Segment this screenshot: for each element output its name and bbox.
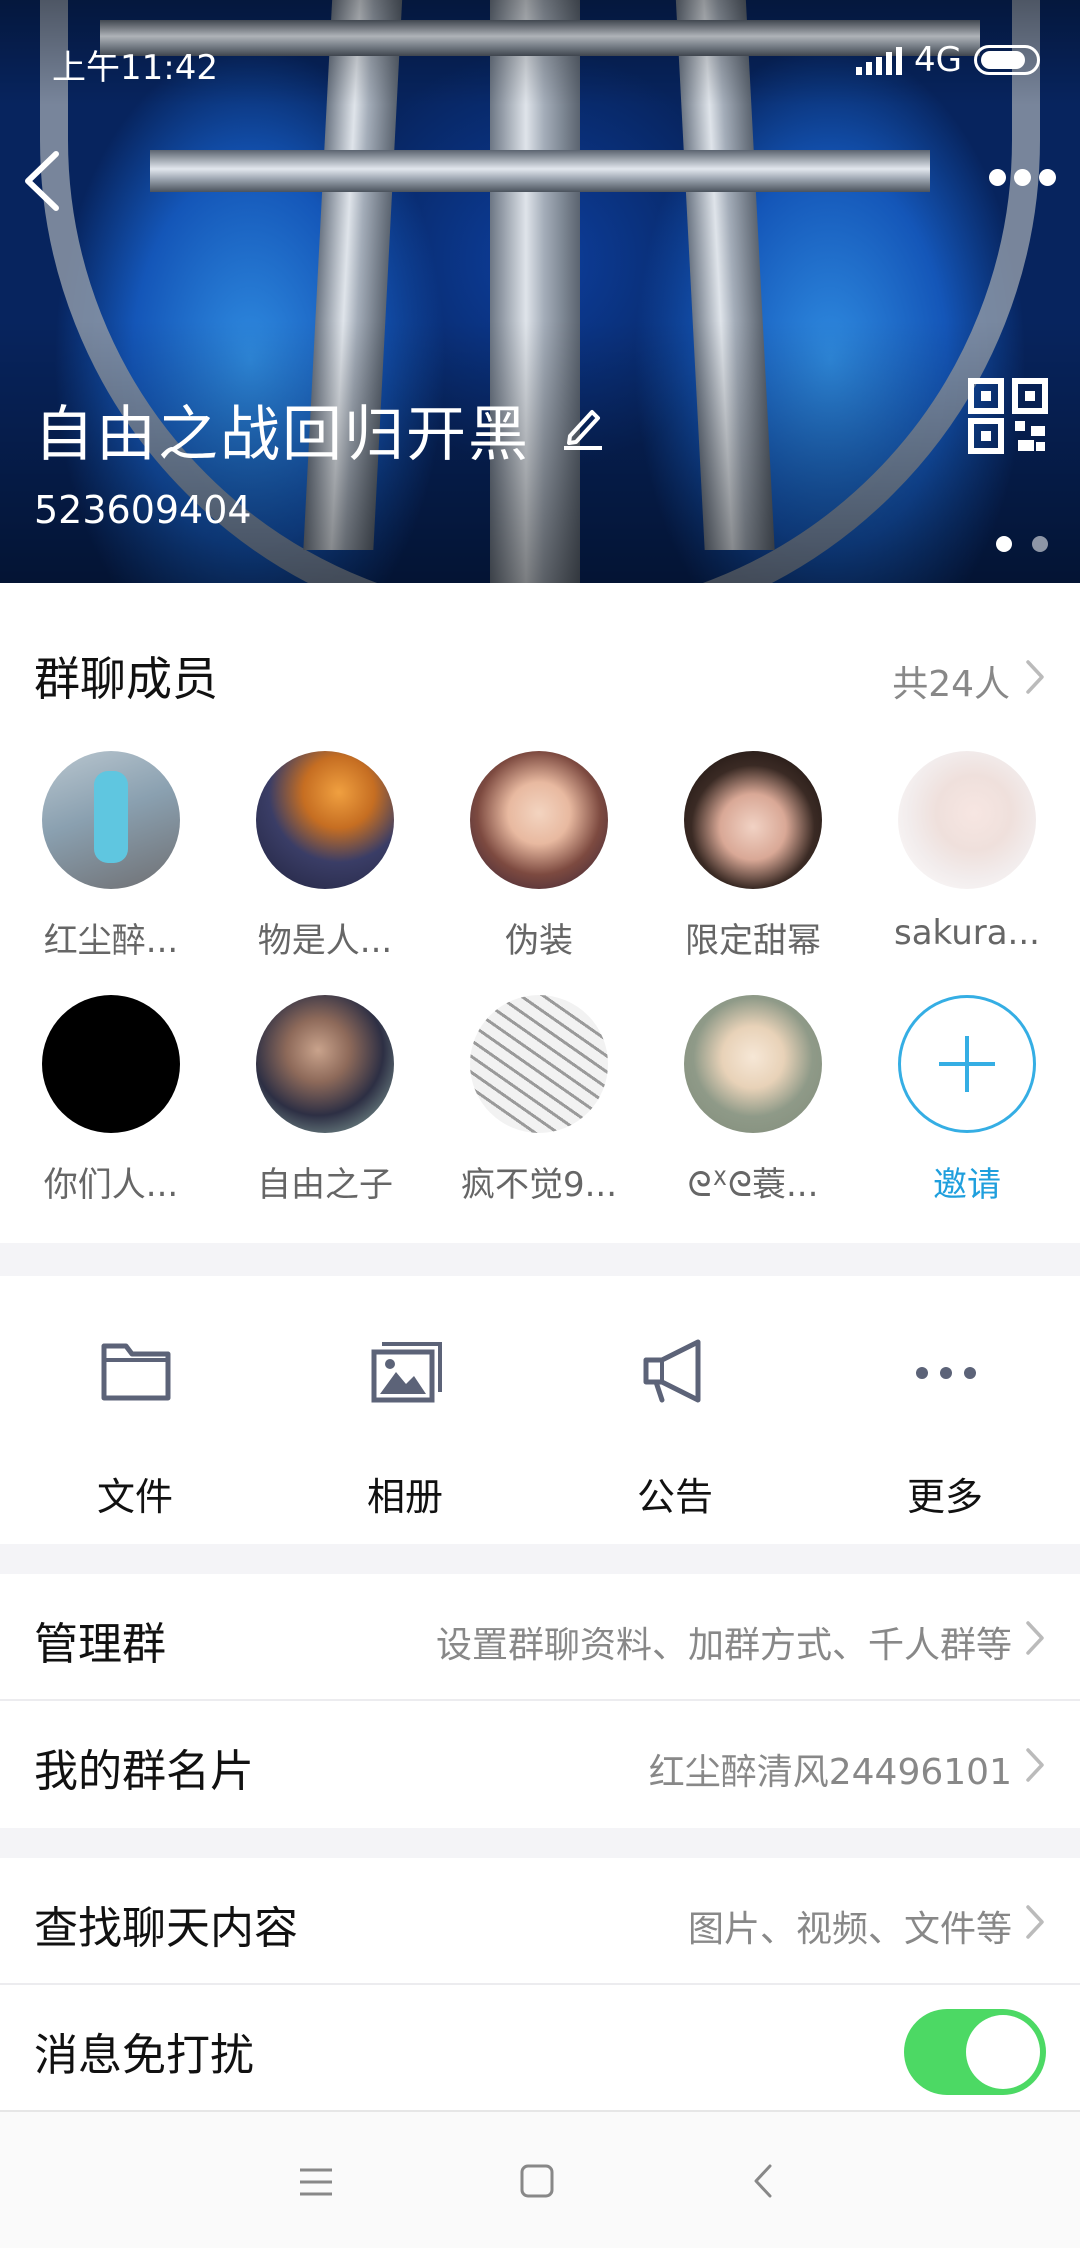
more-horizontal-icon — [988, 168, 1006, 186]
member-name: 物是人... — [257, 921, 393, 961]
back-button[interactable] — [16, 146, 76, 216]
member-name: 自由之子 — [257, 1165, 393, 1205]
network-type: 4G — [914, 40, 962, 80]
member-name: 疯不觉9... — [460, 1165, 618, 1205]
cover-pager — [996, 536, 1048, 552]
member-name: 伪装 — [505, 921, 573, 961]
avatar-figure — [94, 771, 128, 863]
row-label: 消息免打扰 — [34, 2030, 254, 2081]
system-nav-bar — [0, 2110, 1080, 2248]
do-not-disturb-toggle[interactable] — [904, 2009, 1046, 2095]
members-title: 群聊成员 — [34, 652, 218, 706]
folder-icon — [101, 1343, 171, 1401]
row-label: 查找聊天内容 — [34, 1903, 298, 1954]
member-item[interactable]: 伪装 — [459, 751, 619, 962]
member-name: ᘓᕽᘓ蓑... — [687, 1165, 819, 1205]
row-label: 管理群 — [34, 1619, 166, 1670]
invite-member-button[interactable]: 邀请 — [887, 995, 1047, 1206]
photo-album-icon — [371, 1342, 442, 1403]
member-item[interactable]: 红尘醉... — [31, 751, 191, 962]
status-bar: 上午11:42 4G — [52, 40, 1040, 88]
member-item[interactable]: 自由之子 — [245, 995, 405, 1206]
search-chat-row[interactable]: 查找聊天内容 图片、视频、文件等 — [0, 1858, 1080, 1985]
battery-icon — [974, 45, 1040, 75]
do-not-disturb-row: 消息免打扰 — [0, 1985, 1080, 2112]
settings-section-chat: 查找聊天内容 图片、视频、文件等 消息免打扰 — [0, 1858, 1080, 2112]
member-name: 你们人... — [43, 1165, 179, 1205]
member-item[interactable]: 疯不觉9... — [459, 995, 619, 1206]
announcement-button[interactable]: 公告 — [540, 1276, 810, 1544]
avatar — [256, 751, 394, 889]
avatar — [684, 995, 822, 1133]
status-indicators: 4G — [856, 40, 1040, 80]
more-actions-button[interactable]: 更多 — [810, 1276, 1080, 1544]
invite-circle — [898, 995, 1036, 1133]
qr-code-icon[interactable] — [968, 378, 1048, 454]
my-group-card-row[interactable]: 我的群名片 红尘醉清风24496101 — [0, 1701, 1080, 1828]
avatar — [684, 751, 822, 889]
pager-dot — [1032, 536, 1048, 552]
megaphone-icon — [643, 1339, 701, 1403]
home-square-icon[interactable] — [507, 2152, 567, 2212]
avatar — [470, 995, 608, 1133]
chevron-right-icon — [1026, 660, 1044, 694]
invite-label: 邀请 — [933, 1165, 1001, 1205]
avatar — [256, 995, 394, 1133]
avatar — [470, 751, 608, 889]
action-label: 文件 — [96, 1475, 173, 1519]
back-icon[interactable] — [734, 2152, 794, 2212]
member-name: sakura... — [894, 913, 1040, 953]
action-label: 更多 — [906, 1475, 983, 1519]
row-label: 我的群名片 — [34, 1746, 254, 1797]
signal-icon — [856, 45, 903, 75]
action-label: 相册 — [366, 1475, 443, 1519]
members-section: 群聊成员 共24人 红尘醉... 物是人... 伪装 限定甜幂 sakura..… — [0, 583, 1080, 1243]
menu-icon[interactable] — [286, 2152, 346, 2212]
quick-actions: 文件 相册 公告 更多 — [0, 1276, 1080, 1544]
row-value: 设置群聊资料、加群方式、千人群等 — [435, 1625, 1012, 1666]
member-item[interactable]: 你们人... — [31, 995, 191, 1206]
chevron-right-icon — [1026, 1748, 1044, 1782]
member-item[interactable]: 限定甜幂 — [673, 751, 833, 962]
avatar — [42, 995, 180, 1133]
status-time: 上午11:42 — [52, 48, 218, 88]
more-dot — [1013, 168, 1031, 186]
more-horizontal-icon — [916, 1367, 976, 1379]
member-item[interactable]: 物是人... — [245, 751, 405, 962]
member-item[interactable]: sakura... — [887, 751, 1047, 953]
member-name: 红尘醉... — [43, 921, 179, 961]
action-label: 公告 — [636, 1475, 713, 1519]
more-dot — [1038, 168, 1056, 186]
avatar — [42, 751, 180, 889]
album-button[interactable]: 相册 — [270, 1276, 540, 1544]
chevron-right-icon — [1026, 1905, 1044, 1939]
chevron-left-icon — [25, 151, 59, 211]
pencil-icon[interactable] — [560, 400, 606, 450]
files-button[interactable]: 文件 — [0, 1276, 270, 1544]
member-name: 限定甜幂 — [685, 921, 821, 961]
member-item[interactable]: ᘓᕽᘓ蓑... — [673, 995, 833, 1206]
members-count-link[interactable]: 共24人 — [892, 655, 1010, 707]
more-options-button[interactable] — [986, 162, 1058, 192]
plus-icon — [939, 1036, 995, 1092]
pager-dot-active — [996, 536, 1012, 552]
manage-group-row[interactable]: 管理群 设置群聊资料、加群方式、千人群等 — [0, 1574, 1080, 1701]
group-name: 自由之战回归开黑 — [34, 400, 530, 470]
avatar — [898, 751, 1036, 889]
row-value: 图片、视频、文件等 — [687, 1909, 1012, 1950]
group-id: 523609404 — [34, 488, 252, 532]
row-value: 红尘醉清风24496101 — [648, 1752, 1012, 1793]
group-cover-banner[interactable]: 上午11:42 4G 自由之战回归开黑 523609404 — [0, 0, 1080, 583]
settings-section-group: 管理群 设置群聊资料、加群方式、千人群等 我的群名片 红尘醉清风24496101 — [0, 1574, 1080, 1828]
chevron-right-icon — [1026, 1621, 1044, 1655]
